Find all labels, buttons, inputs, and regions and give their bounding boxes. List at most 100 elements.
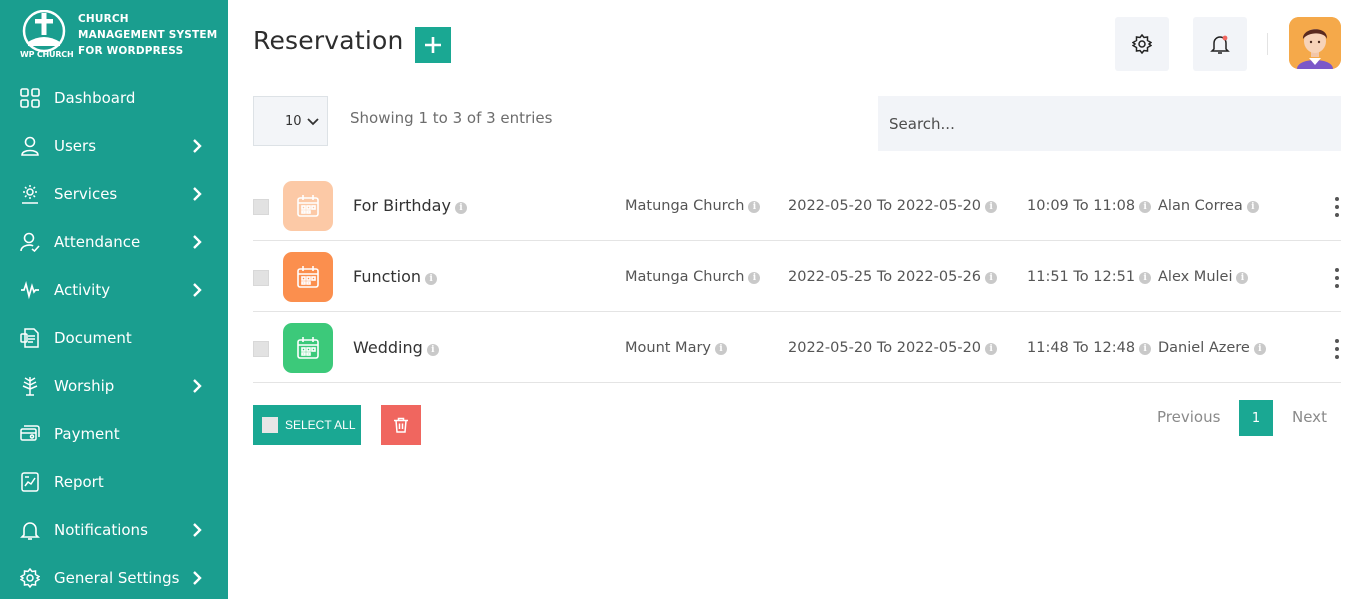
- info-icon: i: [748, 272, 761, 284]
- select-all-label: SELECT ALL: [285, 418, 356, 432]
- table-row[interactable]: Wedding i Mount Mary i 2022-05-20 To 2022-…: [253, 312, 1341, 383]
- page-size-select[interactable]: 10: [253, 96, 328, 146]
- info-icon: i: [1246, 201, 1259, 213]
- reservation-name: For Birthday i: [353, 196, 467, 215]
- table-row[interactable]: For Birthday i Matunga Church i 2022-05-20…: [253, 170, 1341, 241]
- table-row[interactable]: Function i Matunga Church i 2022-05-25 To …: [253, 241, 1341, 312]
- info-icon: i: [1253, 343, 1266, 355]
- more-options-icon[interactable]: [1333, 267, 1341, 289]
- info-icon: i: [1236, 272, 1249, 284]
- reservation-date: 2022-05-20 To 2022-05-20 i: [788, 198, 998, 214]
- sidebar-item-label: Worship: [54, 377, 115, 395]
- chevron-right-icon: [193, 379, 202, 393]
- next-page-button[interactable]: Next: [1292, 408, 1327, 426]
- chevron-right-icon: [193, 571, 202, 585]
- info-icon: i: [985, 201, 998, 213]
- row-checkbox[interactable]: [253, 199, 269, 215]
- sidebar-item-label: Dashboard: [54, 89, 136, 107]
- sidebar-item-activity[interactable]: Activity: [0, 266, 228, 314]
- more-options-icon[interactable]: [1333, 338, 1341, 360]
- services-icon: [20, 184, 40, 204]
- sidebar-nav: Dashboard Users Services Attendance Acti…: [0, 74, 228, 599]
- brand[interactable]: WP CHURCH Church Management System For W…: [18, 10, 218, 64]
- row-checkbox[interactable]: [253, 341, 269, 357]
- select-all-button[interactable]: SELECT ALL: [253, 405, 361, 445]
- calendar-icon: [283, 181, 333, 231]
- row-checkbox[interactable]: [253, 270, 269, 286]
- user-icon: [20, 136, 40, 156]
- previous-page-button[interactable]: Previous: [1157, 408, 1220, 426]
- info-icon: i: [454, 202, 467, 214]
- reservation-person: Daniel Azere i: [1158, 340, 1266, 356]
- sidebar-item-label: Services: [54, 185, 118, 203]
- trash-icon: [394, 417, 408, 433]
- header-divider: [1267, 33, 1268, 55]
- info-icon: i: [985, 343, 998, 355]
- reservation-time: 11:51 To 12:51 i: [1027, 269, 1152, 285]
- chevron-right-icon: [193, 283, 202, 297]
- plus-icon: [425, 37, 441, 53]
- settings-button[interactable]: [1115, 17, 1169, 71]
- info-icon: i: [1139, 272, 1152, 284]
- delete-button[interactable]: [381, 405, 421, 445]
- notifications-button[interactable]: [1193, 17, 1247, 71]
- info-icon: i: [426, 344, 439, 356]
- sidebar-item-services[interactable]: Services: [0, 170, 228, 218]
- calendar-icon: [283, 323, 333, 373]
- chevron-right-icon: [193, 139, 202, 153]
- sidebar-item-attendance[interactable]: Attendance: [0, 218, 228, 266]
- calendar-icon: [283, 252, 333, 302]
- report-icon: [20, 472, 40, 492]
- info-icon: i: [1139, 201, 1152, 213]
- sidebar-item-label: Notifications: [54, 521, 148, 539]
- sidebar-item-label: Users: [54, 137, 97, 155]
- reservation-name: Wedding i: [353, 338, 439, 357]
- info-icon: i: [748, 201, 761, 213]
- reservation-person: Alan Correa i: [1158, 198, 1259, 214]
- more-options-icon[interactable]: [1333, 196, 1341, 218]
- search-input[interactable]: [878, 96, 1341, 151]
- sidebar-item-label: Payment: [54, 425, 120, 443]
- page-1-button[interactable]: 1: [1239, 400, 1273, 436]
- sidebar-item-notifications[interactable]: Notifications: [0, 506, 228, 554]
- add-reservation-button[interactable]: [415, 27, 451, 63]
- reservation-place: Matunga Church i: [625, 198, 761, 214]
- chevron-down-icon: [307, 118, 319, 126]
- page-size-value: 10: [285, 113, 302, 129]
- sidebar: WP CHURCH Church Management System For W…: [0, 0, 228, 599]
- dashboard-icon: [20, 88, 40, 108]
- reservation-name: Function i: [353, 267, 438, 286]
- sidebar-item-users[interactable]: Users: [0, 122, 228, 170]
- document-icon: [20, 328, 40, 348]
- info-icon: i: [1139, 343, 1152, 355]
- sidebar-item-label: General Settings: [54, 569, 180, 587]
- sidebar-item-worship[interactable]: Worship: [0, 362, 228, 410]
- payment-icon: [20, 424, 40, 444]
- sidebar-item-document[interactable]: Document: [0, 314, 228, 362]
- reservation-time: 11:48 To 12:48 i: [1027, 340, 1152, 356]
- main-content: Reservation 10 Showing 1 to 3 of 3 entri…: [228, 0, 1365, 599]
- sidebar-item-general-settings[interactable]: General Settings: [0, 554, 228, 599]
- user-avatar[interactable]: [1289, 17, 1341, 69]
- bell-icon: [1210, 35, 1230, 54]
- sidebar-item-payment[interactable]: Payment: [0, 410, 228, 458]
- info-icon: i: [985, 272, 998, 284]
- reservation-list: For Birthday i Matunga Church i 2022-05-20…: [253, 170, 1341, 383]
- activity-icon: [20, 280, 40, 300]
- gear-icon: [1132, 34, 1152, 54]
- sidebar-item-label: Report: [54, 473, 104, 491]
- reservation-place: Mount Mary i: [625, 340, 727, 356]
- reservation-place: Matunga Church i: [625, 269, 761, 285]
- sidebar-item-dashboard[interactable]: Dashboard: [0, 74, 228, 122]
- sidebar-item-report[interactable]: Report: [0, 458, 228, 506]
- page-title: Reservation: [253, 26, 404, 55]
- attendance-icon: [20, 232, 40, 252]
- chevron-right-icon: [193, 187, 202, 201]
- info-icon: i: [425, 273, 438, 285]
- chevron-right-icon: [193, 523, 202, 537]
- avatar-icon: [1289, 17, 1341, 69]
- reservation-time: 10:09 To 11:08 i: [1027, 198, 1152, 214]
- sidebar-item-label: Activity: [54, 281, 111, 299]
- chevron-right-icon: [193, 235, 202, 249]
- brand-logo-text: WP CHURCH: [20, 50, 74, 59]
